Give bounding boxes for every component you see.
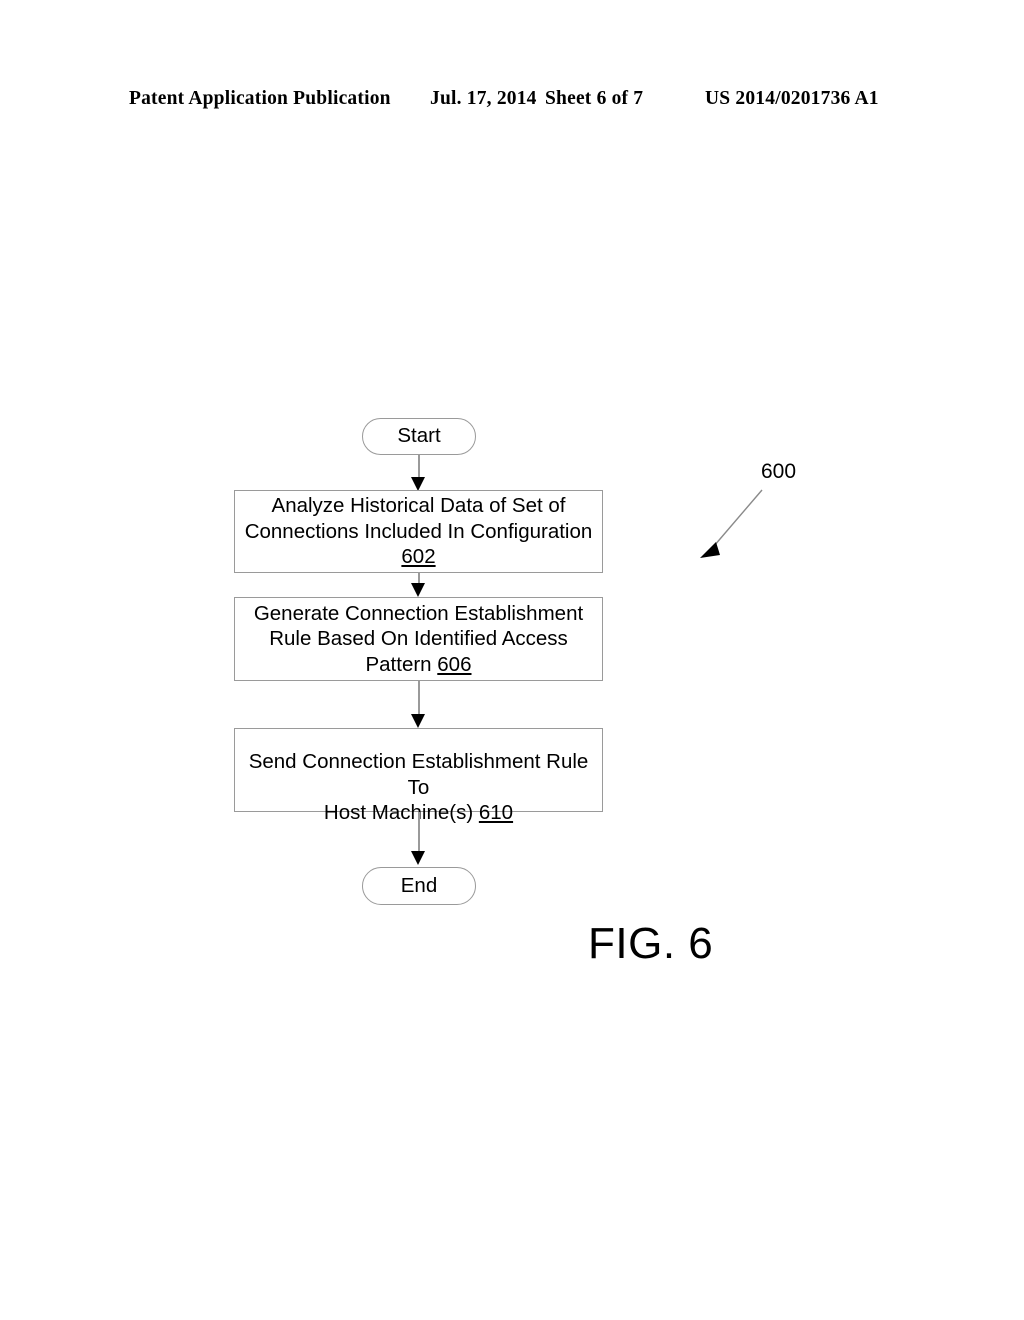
reference-numeral-600-leader-line (700, 489, 763, 558)
connector-610-to-end (418, 812, 420, 853)
step-606-refnum: 606 (437, 652, 472, 676)
step-610-refnum: 610 (478, 801, 514, 824)
flowchart-start-terminal: Start (362, 418, 476, 455)
end-terminal-label: End (400, 873, 438, 897)
step-610-line1: Send Connection Establishment Rule To (248, 750, 589, 799)
step-606-line1: Generate Connection Establishment (253, 601, 584, 625)
arrowhead-start-to-602 (411, 477, 425, 491)
flowchart-step-602: Analyze Historical Data of Set of Connec… (234, 490, 603, 573)
arrowhead-606-to-610 (411, 714, 425, 728)
step-602-refnum: 602 (401, 545, 436, 569)
step-602-text: Analyze Historical Data of Set of Connec… (235, 493, 602, 570)
flowchart-diagram: Start Analyze Historical Data of Set of … (0, 0, 1024, 1320)
flowchart-end-terminal: End (362, 867, 476, 905)
reference-numeral-600: 600 (761, 460, 797, 483)
step-602-line1: Analyze Historical Data of Set of (271, 494, 566, 518)
flowchart-step-606: Generate Connection Establishment Rule B… (234, 597, 603, 681)
step-606-text: Generate Connection Establishment Rule B… (235, 601, 602, 678)
step-606-line2: Rule Based On Identified Access (269, 627, 568, 651)
step-602-line2: Connections Included In Configuration (244, 519, 593, 543)
step-606-line3: Pattern (365, 652, 438, 676)
connector-606-to-610 (418, 681, 420, 717)
start-terminal-label: Start (397, 424, 441, 448)
step-610-line2: Host Machine(s) (323, 801, 479, 824)
figure-caption: FIG. 6 (588, 919, 714, 968)
arrowhead-610-to-end (411, 851, 425, 865)
arrowhead-602-to-606 (411, 583, 425, 597)
flowchart-step-610: Send Connection Establishment Rule To Ho… (234, 728, 603, 824)
